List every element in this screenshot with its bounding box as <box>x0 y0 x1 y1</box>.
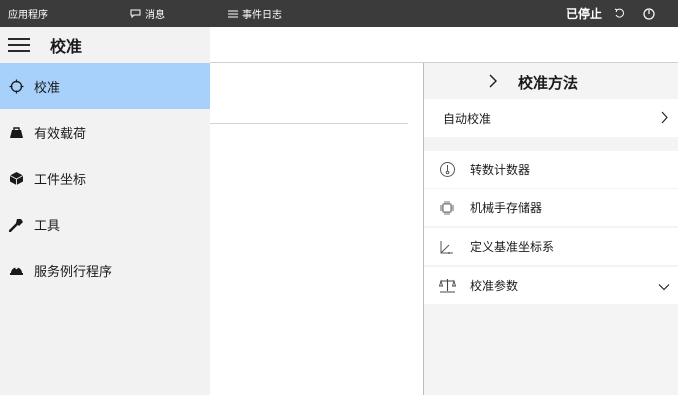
chevron-down-icon <box>658 280 670 294</box>
chevron-right-icon <box>660 111 668 127</box>
sidebar-item-service-routines[interactable]: 服务例行程序 <box>0 247 210 293</box>
base-frame-icon <box>438 238 456 256</box>
robot-memory-label: 机械手存储器 <box>470 201 543 215</box>
revolution-counters-label: 转数计数器 <box>470 163 531 177</box>
power-button[interactable] <box>643 0 655 27</box>
calibration-methods-panel: 校准方法 自动校准 转数计数器 机械手存储器 定义基准坐标系 校准参数 <box>424 63 678 395</box>
sidebar-item-label: 服务例行程序 <box>34 264 113 280</box>
chevron-right-icon[interactable] <box>486 72 500 90</box>
sidebar-item-label: 工具 <box>34 218 61 234</box>
tool-icon <box>8 216 24 232</box>
revolution-counter-icon <box>438 161 456 179</box>
sidebar-item-calibration[interactable]: 校准 <box>0 63 210 109</box>
undo-icon <box>614 8 625 19</box>
robot-memory-icon <box>438 199 456 217</box>
app-menu-label: 应用程序 <box>8 10 48 21</box>
sidebar-item-label: 工件坐标 <box>34 172 87 188</box>
sidebar-item-label: 校准 <box>34 80 61 96</box>
undo-button[interactable] <box>614 0 625 27</box>
controller-state: 已停止 <box>566 0 602 27</box>
content-divider <box>210 123 408 124</box>
base-frame-item[interactable]: 定义基准坐标系 <box>424 228 678 265</box>
app-menu-button[interactable]: 应用程序 <box>8 0 48 27</box>
auto-calibration-item[interactable]: 自动校准 <box>424 99 678 137</box>
messages-label: 消息 <box>145 10 165 21</box>
sidebar: 校准 有效载荷 工件坐标 工具 服务例行程序 <box>0 63 210 395</box>
controller-state-label: 已停止 <box>566 7 603 21</box>
auto-calibration-label: 自动校准 <box>443 111 492 126</box>
message-icon <box>130 9 141 18</box>
top-status-bar: 应用程序 消息 事件日志 已停止 <box>0 0 678 27</box>
service-routine-icon <box>8 262 24 278</box>
balance-icon <box>438 277 456 295</box>
messages-button[interactable]: 消息 <box>130 0 165 27</box>
list-icon <box>228 10 238 18</box>
title-bar: 校准 <box>0 27 678 63</box>
workobject-icon <box>8 170 24 186</box>
sidebar-item-tool[interactable]: 工具 <box>0 201 210 247</box>
payload-icon <box>8 124 24 140</box>
panel-title: 校准方法 <box>518 74 579 92</box>
calibration-parameters-item[interactable]: 校准参数 <box>424 267 678 304</box>
event-log-button[interactable]: 事件日志 <box>228 0 282 27</box>
panel-header: 校准方法 <box>424 63 678 99</box>
event-log-label: 事件日志 <box>242 10 282 21</box>
revolution-counters-item[interactable]: 转数计数器 <box>424 151 678 188</box>
sidebar-item-label: 有效载荷 <box>34 126 87 142</box>
calibration-parameters-label: 校准参数 <box>470 279 519 293</box>
sidebar-item-payload[interactable]: 有效载荷 <box>0 109 210 155</box>
hamburger-menu-icon[interactable] <box>8 38 30 52</box>
page-title: 校准 <box>50 37 83 56</box>
sidebar-item-workobject[interactable]: 工件坐标 <box>0 155 210 201</box>
crosshair-icon <box>8 78 24 94</box>
base-frame-label: 定义基准坐标系 <box>470 240 555 254</box>
robot-memory-item[interactable]: 机械手存储器 <box>424 189 678 226</box>
title-area: 校准 <box>0 27 210 63</box>
power-icon <box>643 7 655 20</box>
